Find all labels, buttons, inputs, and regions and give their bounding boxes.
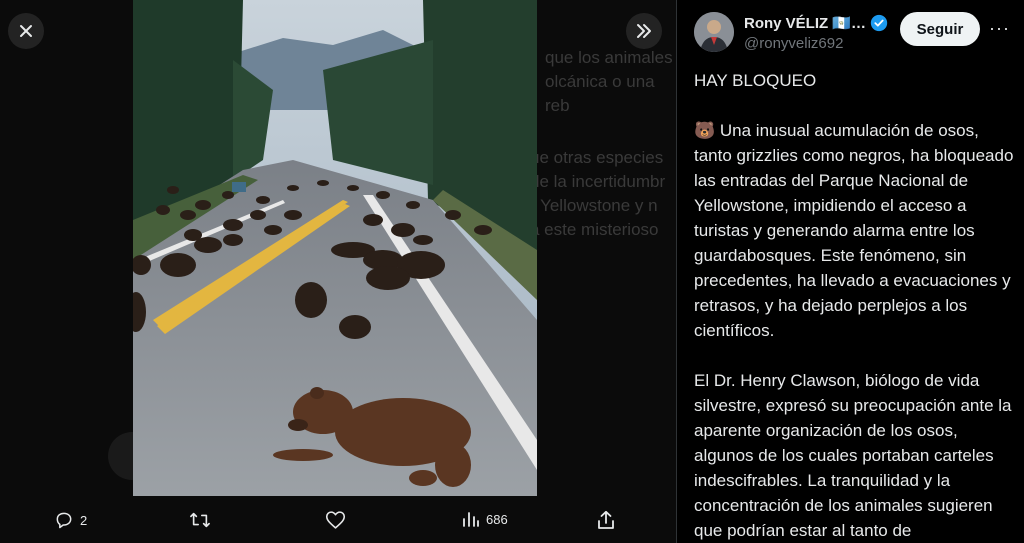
background-text: ue otras especies de la incertidumbr r Y… [530, 146, 665, 242]
background-text-line: r Yellowstone y n [530, 196, 658, 215]
background-text-line: de la incertidumbr [530, 172, 666, 191]
avatar[interactable] [694, 12, 734, 52]
more-icon: ··· [989, 18, 1010, 38]
more-options-button[interactable]: ··· [989, 18, 1010, 39]
views-button[interactable]: 686 [462, 510, 508, 528]
views-count: 686 [486, 511, 508, 527]
photo-illustration [133, 0, 537, 496]
background-text: que los animales olcánica o una reb [545, 46, 676, 118]
follow-button[interactable]: Seguir [900, 12, 980, 46]
reply-count: 2 [80, 512, 88, 528]
author-name-row[interactable]: Rony VÉLIZ 🇬🇹… [744, 14, 888, 32]
close-button[interactable] [8, 13, 44, 49]
background-text-line: ue otras especies [530, 148, 664, 167]
close-icon [20, 25, 32, 37]
heart-icon [325, 511, 346, 529]
reply-icon [56, 512, 72, 529]
post-paragraph: 🐻 Una inusual acumulación de osos, tanto… [694, 121, 1014, 340]
reply-button[interactable]: 2 [54, 510, 87, 530]
post-paragraph: El Dr. Henry Clawson, biólogo de vida si… [694, 371, 1012, 540]
background-text-line: a este misterioso [530, 220, 659, 239]
post-panel: Rony VÉLIZ 🇬🇹… @ronyveliz692 Seguir ··· … [676, 0, 1024, 543]
background-text-line: que los animales [545, 48, 673, 67]
retweet-icon [190, 512, 210, 528]
avatar-image [694, 12, 734, 52]
background-text-line: olcánica o una reb [545, 72, 655, 115]
media-viewer: que los animales olcánica o una reb ue o… [0, 0, 676, 543]
share-icon [598, 510, 614, 529]
post-text: HAY BLOQUEO 🐻 Una inusual acumulación de… [694, 68, 1016, 543]
like-button[interactable] [325, 510, 346, 530]
views-icon [463, 512, 479, 527]
post-paragraph: HAY BLOQUEO [694, 71, 817, 90]
verified-badge-icon [870, 14, 888, 32]
bears-road-photo[interactable] [133, 0, 537, 496]
retweet-button[interactable] [189, 510, 211, 530]
author-handle[interactable]: @ronyveliz692 [744, 35, 843, 52]
action-bar: 2 686 [0, 498, 676, 543]
expand-panel-button[interactable] [626, 13, 662, 49]
share-button[interactable] [596, 510, 616, 530]
author-name: Rony VÉLIZ 🇬🇹… [744, 15, 867, 32]
chevrons-right-icon [637, 24, 651, 38]
